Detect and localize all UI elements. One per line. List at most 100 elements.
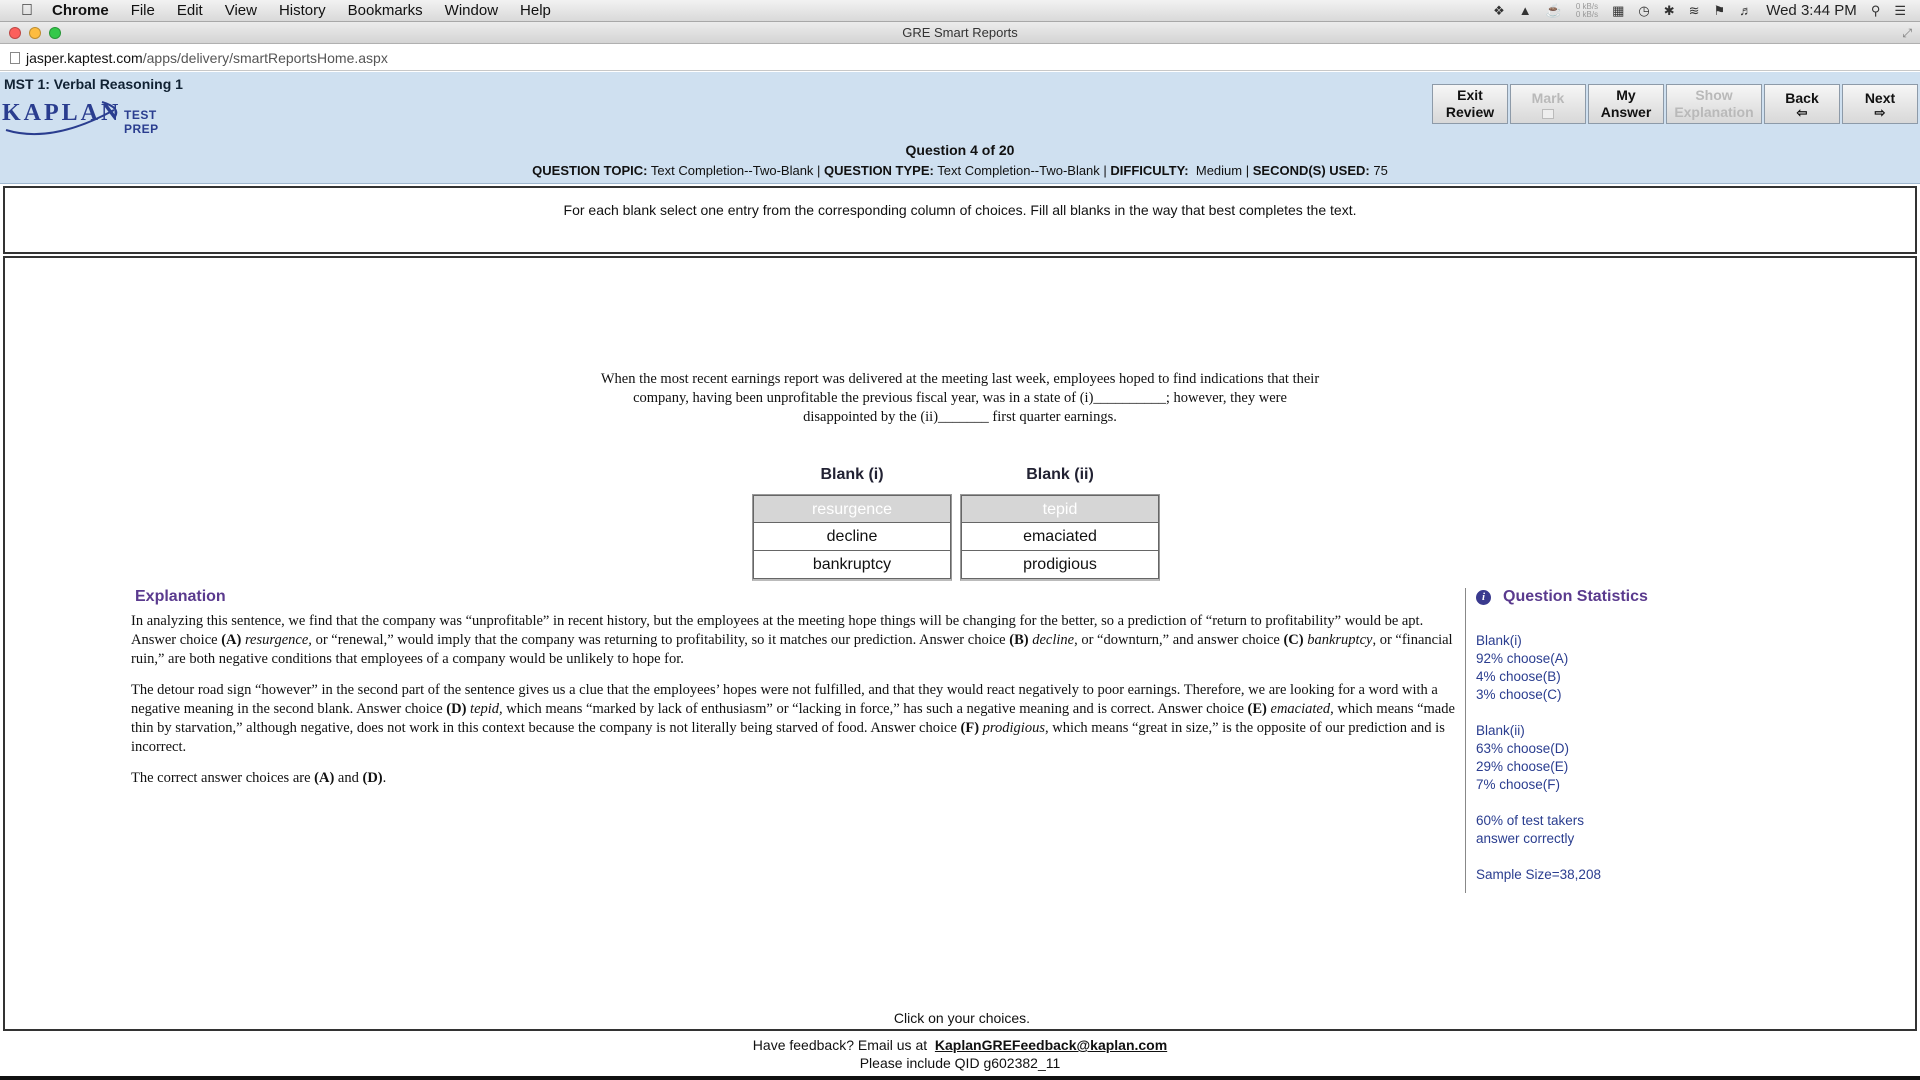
choice-word: resurgence, (244, 632, 312, 648)
passage-line-1: When the most recent earnings report was… (600, 371, 1320, 387)
question-number: Question 4 of 20 (905, 142, 1015, 158)
blank-ii-choice-e[interactable]: emaciated (961, 523, 1159, 551)
menu-history[interactable]: History (279, 2, 326, 19)
text-span: or “renewal,” would imply that the compa… (311, 632, 1010, 648)
stats-title: Question Statistics (1503, 588, 1648, 605)
hat-icon[interactable]: ▲ (1519, 3, 1532, 18)
choice-ref: (C) (1283, 632, 1304, 648)
blank-i-choices: resurgence decline bankruptcy (752, 494, 952, 581)
feedback-email-link[interactable]: KaplanGREFeedback@kaplan.com (935, 1037, 1167, 1053)
feedback-line: Have feedback? Email us at KaplanGREFeed… (0, 1036, 1920, 1054)
fullscreen-icon[interactable]: ⤢ (1902, 26, 1912, 41)
stats-line: 29% choose(E) (1476, 759, 1569, 774)
choice-word: prodigious (982, 720, 1045, 736)
stats-blank-i-label: Blank(i) (1476, 633, 1522, 648)
exit-review-button[interactable]: Exit Review (1432, 84, 1508, 124)
choice-ref: (B) (1009, 632, 1029, 648)
back-arrow-icon: ⇦ (1796, 104, 1808, 120)
close-window-button[interactable] (9, 26, 21, 39)
url-path[interactable]: /apps/delivery/smartReportsHome.aspx (143, 50, 388, 66)
volume-icon[interactable]: ♬ (1739, 3, 1752, 18)
zoom-window-button[interactable] (49, 26, 61, 39)
mac-menu-bar:  Chrome File Edit View History Bookmark… (0, 0, 1920, 22)
test-name: MST 1: Verbal Reasoning 1 (4, 76, 183, 92)
question-body: When the most recent earnings report was… (3, 256, 1917, 1031)
menu-view[interactable]: View (225, 2, 257, 19)
blank-ii-choice-d[interactable]: tepid (961, 495, 1159, 523)
menu-app-chrome[interactable]: Chrome (52, 2, 109, 19)
wifi-icon[interactable]: ≋ (1689, 3, 1700, 19)
stats-body: Blank(i) 92% choose(A) 4% choose(B) 3% c… (1476, 632, 1765, 884)
bluetooth-icon[interactable]: ✱ (1664, 3, 1675, 19)
clock[interactable]: Wed 3:44 PM (1766, 2, 1857, 19)
menu-bookmarks[interactable]: Bookmarks (348, 2, 423, 19)
search-icon[interactable]: ⚲ (1871, 3, 1881, 19)
next-button[interactable]: Next ⇨ (1842, 84, 1918, 124)
instructions-panel: For each blank select one entry from the… (3, 186, 1917, 254)
blank-i-choice-c[interactable]: bankruptcy (753, 551, 951, 579)
address-bar[interactable]: jasper.kaptest.com /apps/delivery/smartR… (0, 45, 1920, 71)
stats-header: i Question Statistics (1476, 588, 1765, 606)
time-machine-icon[interactable]: ◷ (1638, 3, 1649, 19)
blank-ii-column: Blank (ii) tepid emaciated prodigious (960, 466, 1160, 581)
next-label: Next (1864, 89, 1896, 106)
net-rate-down: 0 kB/s (1575, 9, 1599, 19)
stats-line: 92% choose(A) (1476, 651, 1569, 666)
menu-window[interactable]: Window (445, 2, 498, 19)
info-icon: i (1476, 589, 1491, 605)
qid-line: Please include QID g602382_11 (859, 1055, 1061, 1071)
question-passage: When the most recent earnings report was… (560, 370, 1360, 427)
stats-sample-size: Sample Size=38,208 (1476, 867, 1601, 882)
url-host[interactable]: jasper.kaptest.com (26, 50, 143, 66)
blank-i-column: Blank (i) resurgence decline bankruptcy (752, 466, 952, 581)
back-button[interactable]: Back ⇦ (1764, 84, 1840, 124)
menu-file[interactable]: File (131, 2, 155, 19)
choice-word: emaciated (1270, 701, 1331, 717)
passage-line-2: company, having been unprofitable the pr… (633, 390, 1287, 406)
question-meta: QUESTION TOPIC: Text Completion--Two-Bla… (532, 163, 1388, 178)
next-arrow-icon: ⇨ (1874, 104, 1886, 120)
mark-button[interactable]: Mark (1510, 84, 1586, 124)
text-span: . (382, 770, 387, 786)
cup-icon[interactable]: ☕ (1546, 3, 1562, 19)
window-bottom-edge (0, 1076, 1920, 1080)
flag-icon[interactable]: ⚑ (1714, 3, 1726, 19)
show-explanation-button[interactable]: Show Explanation (1666, 84, 1762, 124)
explanation-text: In analyzing this sentence, we find that… (131, 612, 1465, 800)
dropbox-icon[interactable]: ❖ (1493, 3, 1505, 19)
explanation-paragraph-2: The detour road sign “however” in the se… (131, 681, 1465, 757)
explanation-title: Explanation (135, 588, 226, 605)
apple-icon[interactable]:  (16, 2, 38, 20)
blank-i-choice-b[interactable]: decline (753, 523, 951, 551)
explanation-paragraph-3: The correct answer choices are (A) and (… (131, 769, 1465, 788)
grid-icon[interactable]: ▦ (1612, 3, 1624, 19)
click-choices-note: Click on your choices. (893, 1010, 1031, 1026)
stats-correct-line-2: answer correctly (1476, 831, 1575, 846)
traffic-lights (9, 26, 61, 39)
menu-edit[interactable]: Edit (177, 2, 203, 19)
choice-ref: (A) (314, 770, 335, 786)
choice-word: bankruptcy (1307, 632, 1373, 648)
list-icon[interactable]: ☰ (1894, 3, 1906, 19)
test-header: MST 1: Verbal Reasoning 1 KAPLAN TEST PR… (0, 72, 1920, 184)
stats-correct-line-1: 60% of test takers (1476, 813, 1585, 828)
topic-label: QUESTION TOPIC: (532, 163, 648, 178)
blank-i-choice-a[interactable]: resurgence (753, 495, 951, 523)
mark-label: Mark (1531, 89, 1565, 106)
window-title-bar: GRE Smart Reports ⤢ (0, 22, 1920, 44)
question-statistics-panel: i Question Statistics Blank(i) 92% choos… (1465, 588, 1765, 893)
feedback-footer: Have feedback? Email us at KaplanGREFeed… (0, 1032, 1920, 1076)
minimize-window-button[interactable] (29, 26, 41, 39)
show-explanation-label-2: Explanation (1674, 104, 1754, 120)
menu-help[interactable]: Help (520, 2, 551, 19)
exit-review-label-2: Review (1445, 104, 1495, 120)
blank-ii-choices: tepid emaciated prodigious (960, 494, 1160, 581)
choice-ref: (D) (362, 770, 383, 786)
my-answer-button[interactable]: My Answer (1588, 84, 1664, 124)
text-span: and (334, 770, 363, 786)
blank-ii-choice-f[interactable]: prodigious (961, 551, 1159, 579)
stats-blank-ii-label: Blank(ii) (1476, 723, 1525, 738)
